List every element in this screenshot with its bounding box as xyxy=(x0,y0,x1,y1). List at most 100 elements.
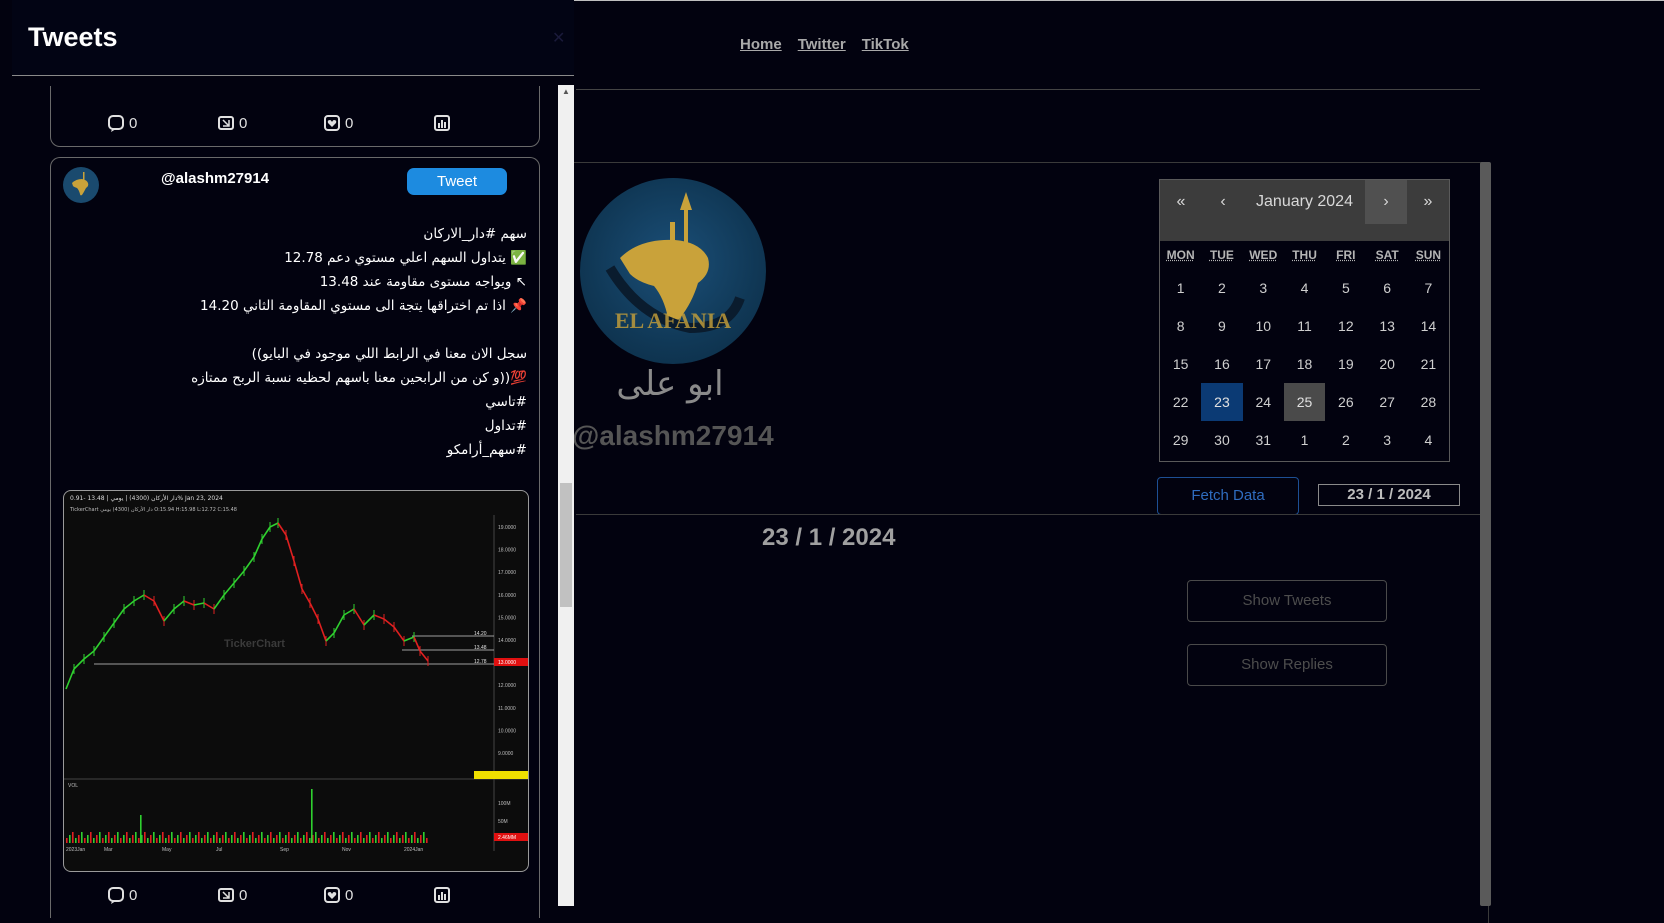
reply-count: 0 xyxy=(129,886,138,904)
date-input[interactable]: 23 / 1 / 2024 xyxy=(1318,484,1460,506)
nav-link-twitter[interactable]: Twitter xyxy=(798,36,846,53)
calendar-day[interactable]: 11 xyxy=(1284,307,1325,345)
reply-stat[interactable]: 0 xyxy=(107,886,137,904)
candle-segment xyxy=(143,594,155,602)
calendar-day[interactable]: 24 xyxy=(1243,383,1284,421)
calendar-day[interactable]: 8 xyxy=(1160,307,1201,345)
calendar-day[interactable]: 29 xyxy=(1160,421,1201,459)
calendar-day[interactable]: 2 xyxy=(1201,269,1242,307)
calendar-day[interactable]: 9 xyxy=(1201,307,1242,345)
calendar-day[interactable]: 15 xyxy=(1160,345,1201,383)
scroll-up-icon[interactable]: ▲ xyxy=(562,87,570,96)
calendar-day[interactable]: 1 xyxy=(1160,269,1201,307)
calendar-day[interactable]: 30 xyxy=(1201,421,1242,459)
fetch-data-button[interactable]: Fetch Data xyxy=(1157,477,1299,515)
volume-bar xyxy=(279,832,281,843)
price-axis-tick: 16.0000 xyxy=(498,593,516,599)
calendar-day[interactable]: 18 xyxy=(1284,345,1325,383)
calendar-day[interactable]: 27 xyxy=(1366,383,1407,421)
calendar-day[interactable]: 6 xyxy=(1366,269,1407,307)
tweets-scrollbar[interactable]: ▲ xyxy=(558,85,574,906)
calendar-day[interactable]: 7 xyxy=(1408,269,1449,307)
calendar-day[interactable]: 16 xyxy=(1201,345,1242,383)
volume-spike xyxy=(140,815,142,843)
candle-segment xyxy=(163,608,175,622)
calendar-day[interactable]: 1 xyxy=(1284,421,1325,459)
tweet-image-chart[interactable]: دار الأركان (4300) | يومي | 13.48 -0.91%… xyxy=(63,490,529,872)
nav-link-tiktok[interactable]: TikTok xyxy=(862,36,909,53)
next-year-button[interactable]: » xyxy=(1407,180,1449,224)
candle-segment xyxy=(301,588,311,604)
volume-bar xyxy=(237,838,239,843)
highlight-tag xyxy=(474,771,528,779)
calendar-day[interactable]: 14 xyxy=(1408,307,1449,345)
calendar-day[interactable]: 13 xyxy=(1366,307,1407,345)
volume-bar xyxy=(126,832,128,843)
show-replies-button[interactable]: Show Replies xyxy=(1187,644,1387,686)
candle-segment xyxy=(213,594,225,610)
volume-bar xyxy=(75,838,77,843)
volume-bar xyxy=(171,832,173,843)
calendar-day[interactable]: 3 xyxy=(1243,269,1284,307)
prev-month-button[interactable]: ‹ xyxy=(1202,180,1244,224)
calendar-day[interactable]: 20 xyxy=(1366,345,1407,383)
volume-bar xyxy=(297,832,299,843)
like-count: 0 xyxy=(345,114,354,132)
x-axis-tick: Mar xyxy=(104,847,113,853)
analytics-stat[interactable] xyxy=(433,886,451,904)
volume-bar xyxy=(369,832,371,843)
calendar-day[interactable]: 3 xyxy=(1366,421,1407,459)
volume-bar xyxy=(258,835,260,843)
reply-count: 0 xyxy=(129,114,138,132)
calendar-day[interactable]: 28 xyxy=(1408,383,1449,421)
volume-bar xyxy=(351,832,353,843)
next-month-button[interactable]: › xyxy=(1365,180,1407,224)
x-axis-tick: May xyxy=(162,847,172,853)
calendar-month-label[interactable]: January 2024 xyxy=(1244,180,1365,224)
main-scrollbar[interactable] xyxy=(1480,162,1491,906)
tweet-handle[interactable]: @alashm27914 xyxy=(161,170,269,187)
calendar-day[interactable]: 2 xyxy=(1325,421,1366,459)
calendar-day[interactable]: 22 xyxy=(1160,383,1201,421)
like-stat[interactable]: 0 xyxy=(323,114,353,132)
candle-segment xyxy=(373,614,385,620)
calendar-day[interactable]: 23 xyxy=(1201,383,1243,421)
nav-link-home[interactable]: Home xyxy=(740,36,782,53)
calendar-day[interactable]: 21 xyxy=(1408,345,1449,383)
calendar-day[interactable]: 4 xyxy=(1284,269,1325,307)
analytics-stat[interactable] xyxy=(433,114,451,132)
volume-spike xyxy=(311,789,313,843)
candle-segment xyxy=(153,600,165,622)
volume-bar xyxy=(174,838,176,843)
calendar-day[interactable]: 31 xyxy=(1243,421,1284,459)
volume-bar xyxy=(246,838,248,843)
volume-bar xyxy=(399,838,401,843)
candle-segment xyxy=(293,560,303,590)
calendar-day[interactable]: 25 xyxy=(1283,383,1326,421)
calendar-day[interactable]: 19 xyxy=(1325,345,1366,383)
calendar-day[interactable]: 10 xyxy=(1243,307,1284,345)
volume-bar xyxy=(117,832,119,843)
volume-bar xyxy=(159,835,161,843)
calendar-day[interactable]: 5 xyxy=(1325,269,1366,307)
volume-bar xyxy=(303,835,305,843)
calendar-day[interactable]: 12 xyxy=(1325,307,1366,345)
like-stat[interactable]: 0 xyxy=(323,886,353,904)
reply-stat[interactable]: 0 xyxy=(107,114,137,132)
tweet-card: 0 0 0 xyxy=(50,86,540,147)
calendar-day[interactable]: 17 xyxy=(1243,345,1284,383)
volume-bar xyxy=(387,832,389,843)
scrollbar-thumb[interactable] xyxy=(560,483,572,607)
prev-year-button[interactable]: « xyxy=(1160,180,1202,224)
calendar-day[interactable]: 26 xyxy=(1325,383,1366,421)
show-tweets-button[interactable]: Show Tweets xyxy=(1187,580,1387,622)
tweet-text-line: ✅ يتداول السهم اعلي مستوي دعم 12.78 xyxy=(284,250,527,266)
retweet-stat[interactable]: 0 xyxy=(217,886,247,904)
tweet-button[interactable]: Tweet xyxy=(407,168,507,195)
calendar-day[interactable]: 4 xyxy=(1408,421,1449,459)
retweet-stat[interactable]: 0 xyxy=(217,114,247,132)
tweet-text-line: 📌 اذا تم اختراقها يتجة الى مستوي المقاوم… xyxy=(200,298,527,314)
candle-segment xyxy=(223,582,235,596)
heart-icon xyxy=(324,115,340,131)
close-icon[interactable]: ✕ xyxy=(552,28,565,48)
